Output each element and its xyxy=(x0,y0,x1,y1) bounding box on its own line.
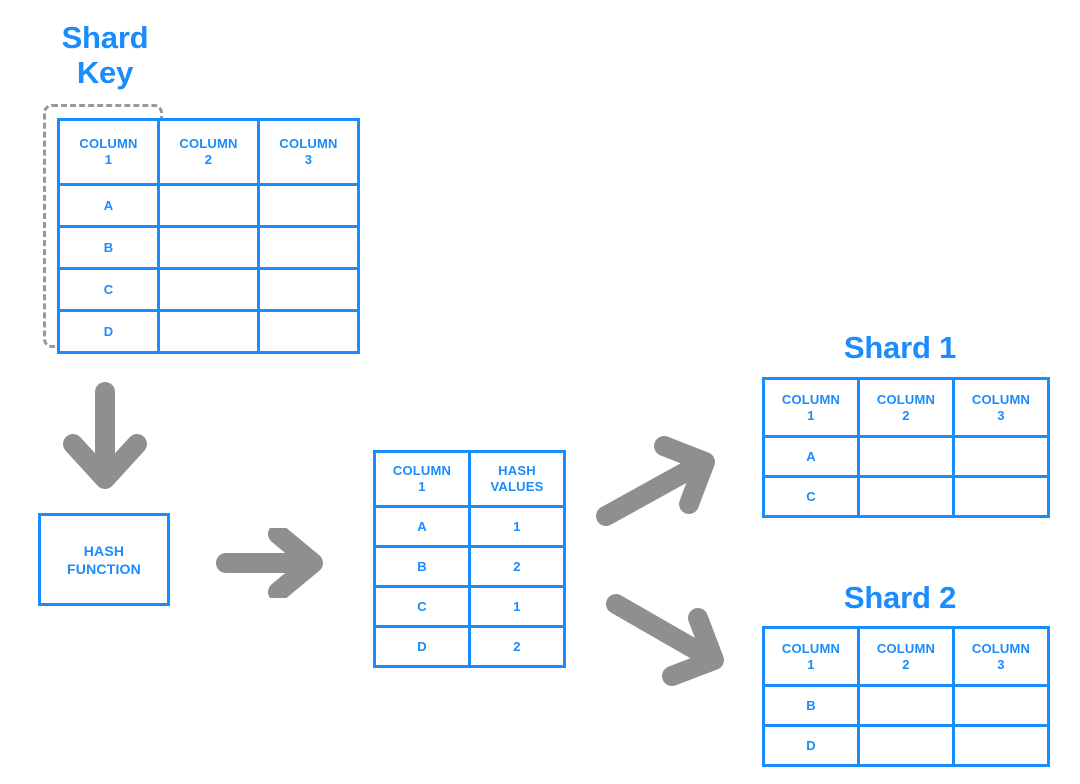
table-header-row: COLUMN 1 COLUMN 2 COLUMN 3 xyxy=(762,377,1050,438)
column-header: COLUMN 1 xyxy=(57,118,160,186)
column-header: COLUMN 2 xyxy=(857,626,955,687)
table-cell xyxy=(257,183,360,228)
table-cell xyxy=(952,435,1050,478)
table-cell: 2 xyxy=(468,545,566,588)
arrow-down-icon xyxy=(63,382,147,489)
arrow-right-icon xyxy=(216,528,323,598)
table-cell xyxy=(157,309,260,354)
table-cell: A xyxy=(57,183,160,228)
table-cell: 1 xyxy=(468,585,566,628)
column-header: COLUMN 1 xyxy=(373,450,471,508)
table-cell: D xyxy=(373,625,471,668)
table-header-row: COLUMN 1 COLUMN 2 COLUMN 3 xyxy=(57,118,360,186)
shard2-table: COLUMN 1 COLUMN 2 COLUMN 3 B D xyxy=(762,626,1050,767)
table-row: B xyxy=(762,684,1050,727)
table-cell xyxy=(157,225,260,270)
table-cell: A xyxy=(762,435,860,478)
column-header: COLUMN 2 xyxy=(157,118,260,186)
table-cell: B xyxy=(762,684,860,727)
column-header: COLUMN 3 xyxy=(257,118,360,186)
table-cell xyxy=(952,475,1050,518)
column-header: COLUMN 3 xyxy=(952,377,1050,438)
arrow-up-right-icon xyxy=(596,436,715,526)
column-header: COLUMN 2 xyxy=(857,377,955,438)
column-header: COLUMN 3 xyxy=(952,626,1050,687)
column-header: COLUMN 1 xyxy=(762,626,860,687)
table-row: C xyxy=(57,267,360,312)
column-header: HASH VALUES xyxy=(468,450,566,508)
table-header-row: COLUMN 1 COLUMN 2 COLUMN 3 xyxy=(762,626,1050,687)
table-row: D xyxy=(57,309,360,354)
table-row: B 2 xyxy=(373,545,566,588)
table-cell xyxy=(857,435,955,478)
shard1-title: Shard 1 xyxy=(843,330,957,365)
table-cell: D xyxy=(762,724,860,767)
hash-values-table: COLUMN 1 HASH VALUES A 1 B 2 C 1 D 2 xyxy=(373,450,566,668)
table-cell: 2 xyxy=(468,625,566,668)
table-cell: C xyxy=(57,267,160,312)
table-row: C 1 xyxy=(373,585,566,628)
table-cell xyxy=(952,684,1050,727)
table-row: A xyxy=(762,435,1050,478)
table-cell xyxy=(157,183,260,228)
table-cell: A xyxy=(373,505,471,548)
shard1-table: COLUMN 1 COLUMN 2 COLUMN 3 A C xyxy=(762,377,1050,518)
table-cell xyxy=(257,309,360,354)
table-row: B xyxy=(57,225,360,270)
table-cell: D xyxy=(57,309,160,354)
hash-function-box: HASH FUNCTION xyxy=(38,513,170,606)
table-header-row: COLUMN 1 HASH VALUES xyxy=(373,450,566,508)
table-cell xyxy=(857,724,955,767)
table-cell xyxy=(857,684,955,727)
source-table: COLUMN 1 COLUMN 2 COLUMN 3 A B C D xyxy=(57,118,360,354)
table-cell xyxy=(157,267,260,312)
hash-function-label: HASH FUNCTION xyxy=(67,542,141,577)
table-cell: 1 xyxy=(468,505,566,548)
table-row: C xyxy=(762,475,1050,518)
arrow-down-right-icon xyxy=(606,594,724,686)
shard-key-title: Shard Key xyxy=(61,20,149,90)
table-row: A 1 xyxy=(373,505,566,548)
table-cell xyxy=(257,267,360,312)
shard2-title: Shard 2 xyxy=(843,580,957,615)
table-cell: B xyxy=(373,545,471,588)
table-cell xyxy=(952,724,1050,767)
table-cell xyxy=(857,475,955,518)
diagram-canvas: Shard Key COLUMN 1 COLUMN 2 COLUMN 3 A B… xyxy=(0,0,1080,784)
table-row: D xyxy=(762,724,1050,767)
table-cell: C xyxy=(762,475,860,518)
table-cell: C xyxy=(373,585,471,628)
column-header: COLUMN 1 xyxy=(762,377,860,438)
table-cell: B xyxy=(57,225,160,270)
table-cell xyxy=(257,225,360,270)
table-row: D 2 xyxy=(373,625,566,668)
table-row: A xyxy=(57,183,360,228)
